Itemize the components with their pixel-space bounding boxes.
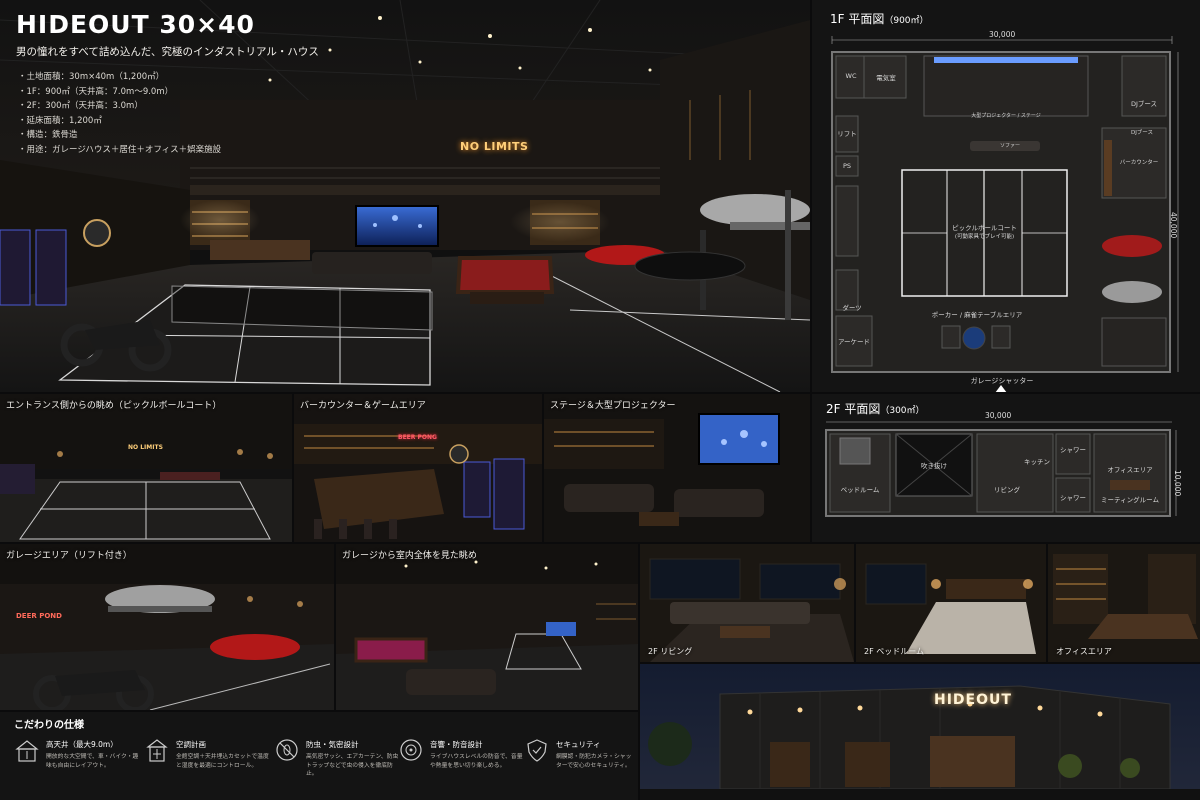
room-court: ピックルボールコート (952, 224, 1017, 232)
room-living: リビング (994, 486, 1020, 494)
feature-desc: 網膜認・防犯カメラ・シャッターで安心のセキュリティ。 (556, 754, 632, 769)
spec-item: ・土地面積：30m×40m（1,200㎡） (18, 72, 165, 82)
photo-exterior: HIDEOUT (640, 664, 1200, 800)
exterior-sign: HIDEOUT (934, 692, 1012, 708)
hvac-icon (146, 739, 168, 762)
garage-illustration (0, 544, 334, 710)
garage-shutter-label: ガレージシャッター (970, 377, 1034, 385)
depth-dimension-2f: 10,000 (1173, 470, 1182, 497)
room-dj-booth: DJブース (1130, 100, 1158, 108)
photo-overview: ガレージから室内全体を見た眺め (336, 544, 638, 710)
room-bedroom: ベッドルーム (840, 486, 880, 494)
exterior-illustration (640, 664, 1200, 800)
photo-caption-entrance: エントランス側からの眺め（ピックルボールコート） (6, 401, 222, 411)
room-sofa: ソファー (999, 143, 1020, 149)
photo-garage: DEER POND ガレージエリア（リフト付き） (0, 544, 334, 710)
spec-item: ・1F：900㎡（天井高：7.0m〜9.0m） (18, 86, 174, 97)
floor-plan-2f: 2F 平面図（300㎡） 30,000 10,000 ベッドルーム 吹き抜け キ… (812, 394, 1200, 542)
photo-stage: ステージ＆大型プロジェクター (544, 394, 810, 542)
room-electrical: 電気室 (876, 74, 896, 82)
room-void: 吹き抜け (921, 462, 947, 470)
room-wc: WC (845, 72, 857, 80)
room-court-note: (可動家具でプレイ可能) (954, 234, 1015, 240)
feature-title: 防虫・気密設計 (306, 740, 359, 749)
feature-desc: 高気密サッシ、エアカーテン、防虫トラップなどで虫の侵入を徹底防止。 (306, 754, 399, 777)
room-dj-booth-2: DJブース (1130, 130, 1154, 136)
photo-caption-2f-living: 2F リビング (648, 647, 693, 656)
photo-caption-office: オフィスエリア (1056, 647, 1112, 656)
shield-icon (527, 739, 547, 762)
room-ps: PS (842, 162, 852, 170)
spec-item: ・延床面積：1,200㎡ (18, 115, 102, 126)
depth-dimension: 40,000 (1169, 212, 1178, 239)
beer-pong-sign: BEER PONG (398, 434, 437, 441)
feature-title: 音響・防音設計 (430, 740, 483, 749)
photo-2f-bedroom: 2F ベッドルーム (856, 544, 1046, 662)
photo-caption-stage: ステージ＆大型プロジェクター (550, 401, 676, 411)
hero-subtitle: 男の憧れをすべて詰め込んだ、究極のインダストリアル・ハウス (16, 46, 319, 58)
room-shower-1: シャワー (1060, 446, 1086, 454)
entrance-illustration (0, 394, 292, 542)
living-illustration (640, 544, 854, 662)
spec-item: ・2F：300㎡（天井高：3.0m） (18, 101, 143, 111)
feature-desc: 全館空調＋天井埋込カセットで温度と湿度を最適にコントロール。 (176, 754, 269, 769)
room-shower-2: シャワー (1060, 494, 1086, 502)
room-darts: ダーツ (842, 304, 862, 312)
room-office: オフィスエリア (1107, 466, 1153, 474)
feature-title: 高天井（最大9.0m） (46, 740, 118, 749)
feature-desc: ライブハウスレベルの防音で、音量や熱量を思い切り楽しめる。 (430, 754, 523, 769)
spec-item: ・用途：ガレージハウス＋居住＋オフィス＋娯楽施設 (18, 144, 222, 155)
photo-caption-garage: ガレージエリア（リフト付き） (6, 551, 132, 561)
hero-image: HIDEOUT 30×40 男の憧れをすべて詰め込んだ、究極のインダストリアル・… (0, 0, 810, 392)
photo-caption-overview: ガレージから室内全体を見た眺め (342, 551, 477, 561)
hero-title: HIDEOUT 30×40 (16, 10, 255, 39)
features-title: こだわりの仕様 (14, 720, 84, 731)
photo-2f-living: 2F リビング (640, 544, 854, 662)
photo-caption-bar: バーカウンター＆ゲームエリア (300, 401, 426, 411)
speaker-icon (400, 739, 422, 761)
photo-caption-2f-bedroom: 2F ベッドルーム (864, 647, 924, 656)
room-poker: ポーカー / 麻雀テーブルエリア (931, 311, 1023, 319)
feature-title: セキュリティ (556, 740, 601, 749)
room-kitchen: キッチン (1024, 458, 1050, 466)
room-meeting: ミーティングルーム (1101, 496, 1159, 504)
floor-plan-1f: 1F 平面図（900㎡） 30,000 40,000 WC 電気室 大型プロジェ… (812, 0, 1200, 392)
garage-neon: DEER POND (16, 612, 62, 620)
room-bar-counter: バーカウンター (1119, 160, 1159, 166)
office-illustration (1048, 544, 1200, 662)
room-stage: 大型プロジェクター / ステージ (971, 113, 1041, 119)
feature-desc: 開放的な大空間で、車・バイク・趣味も自由にレイアウト。 (46, 754, 139, 769)
photo-office: オフィスエリア (1048, 544, 1200, 662)
photo-bar: BEER PONG バーカウンター＆ゲームエリア (294, 394, 542, 542)
floor-plan-1f-drawing (831, 36, 1179, 392)
photo-entrance: NO LIMITS エントランス側からの眺め（ピックルボールコート） (0, 394, 292, 542)
bar-illustration (294, 394, 542, 542)
spec-list: ・土地面積：30m×40m（1,200㎡） ・1F：900㎡（天井高：7.0m〜… (18, 70, 221, 157)
stage-illustration (544, 394, 810, 542)
entrance-neon: NO LIMITS (128, 444, 163, 451)
feature-title: 空調計画 (176, 740, 206, 749)
ceiling-icon (15, 740, 39, 762)
spec-item: ・構造：鉄骨造 (18, 130, 78, 140)
room-arcade: アーケード (837, 338, 871, 346)
bedroom-illustration (856, 544, 1046, 662)
room-lift: リフト (837, 130, 857, 138)
overview-illustration (336, 544, 638, 710)
neon-sign: NO LIMITS (460, 140, 529, 153)
no-bug-icon (276, 739, 298, 761)
